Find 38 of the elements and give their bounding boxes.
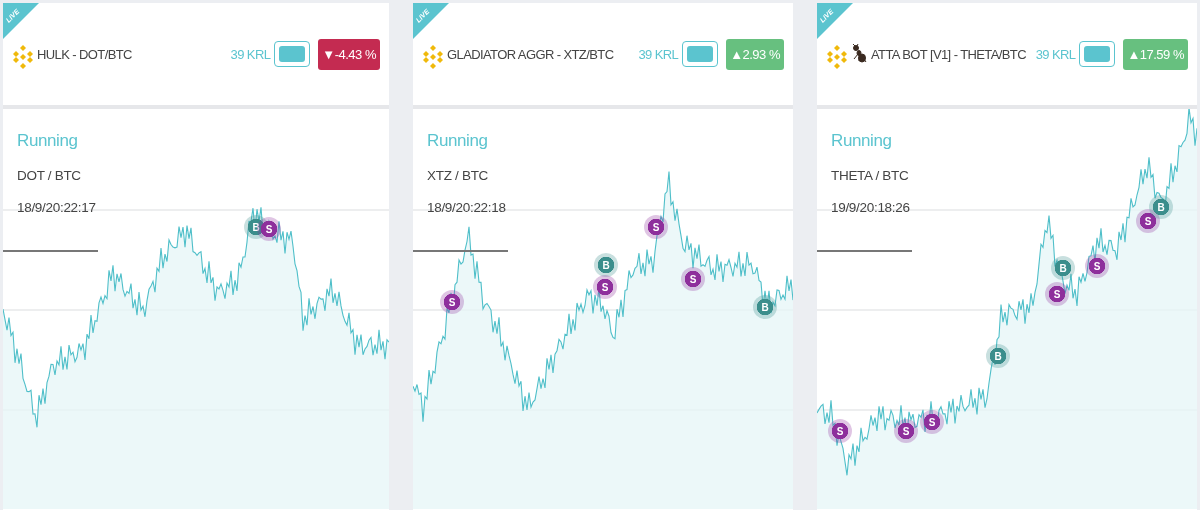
price-label: 39 KRL [230, 46, 271, 62]
buy-marker: B [753, 295, 777, 319]
start-date: 18/9/20:22:17 [17, 200, 96, 215]
sell-marker: S [920, 410, 944, 434]
toggle-button[interactable] [682, 41, 719, 67]
bot-title: GLADIATOR AGGR - XTZ/BTC [447, 46, 615, 62]
buy-marker: B [594, 253, 618, 277]
sell-marker: S [1085, 254, 1109, 278]
status-label: Running [831, 131, 893, 151]
pair-label: DOT / BTC [17, 168, 82, 183]
sell-marker: S [894, 419, 918, 443]
toggle-button[interactable] [274, 41, 311, 67]
start-date: 19/9/20:18:26 [831, 200, 910, 215]
coin-logo-icon [827, 45, 847, 69]
price-label: 39 KRL [1035, 46, 1076, 62]
sell-marker: S [681, 267, 705, 291]
sell-marker: S [828, 419, 852, 443]
ant-icon [851, 44, 867, 64]
buy-marker: B [1051, 256, 1075, 280]
start-date: 18/9/20:22:18 [427, 200, 506, 215]
pair-label: XTZ / BTC [427, 168, 490, 183]
sell-marker: S [593, 275, 617, 299]
bot-title: HULK - DOT/BTC [37, 46, 133, 62]
toggle-button[interactable] [1079, 41, 1116, 67]
bot-title: ATTA BOT [V1] - THETA/BTC [871, 46, 1027, 62]
change-badge: ▼-4.43 % [318, 38, 380, 70]
price-label: 39 KRL [638, 46, 679, 62]
status-label: Running [17, 131, 79, 151]
sell-marker: S [644, 215, 668, 239]
change-badge: ▲2.93 % [726, 38, 784, 70]
coin-logo-icon [423, 45, 443, 69]
buy-marker: B [986, 344, 1010, 368]
pair-label: THETA / BTC [831, 168, 910, 183]
sell-marker: S [1045, 282, 1069, 306]
coin-logo-icon [13, 45, 33, 69]
sell-marker: S [440, 290, 464, 314]
status-label: Running [427, 131, 489, 151]
change-badge: ▲17.59 % [1123, 38, 1188, 70]
